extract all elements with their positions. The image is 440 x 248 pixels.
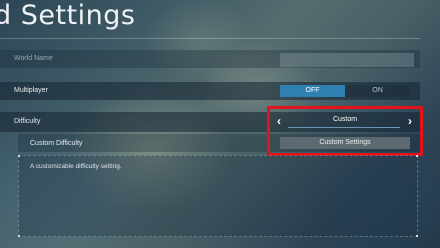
world-name-label: World Name [14,55,53,62]
description-text: A customizable difficulty setting. [30,163,122,170]
title-divider [0,38,420,39]
multiplayer-label: Multiplayer [14,87,48,94]
page-title: d Settings [0,0,136,31]
description-corner-icon [18,155,20,157]
multiplayer-off-option[interactable]: OFF [280,85,345,97]
multiplayer-toggle: OFF ON [280,85,410,97]
world-name-input[interactable] [280,53,414,67]
custom-difficulty-label: Custom Difficulty [30,140,83,147]
difficulty-label: Difficulty [14,118,41,125]
description-corner-icon [416,155,418,157]
highlight-box [267,106,423,156]
description-corner-icon [416,235,418,237]
description-corner-icon [18,235,20,237]
multiplayer-on-option[interactable]: ON [345,85,410,97]
